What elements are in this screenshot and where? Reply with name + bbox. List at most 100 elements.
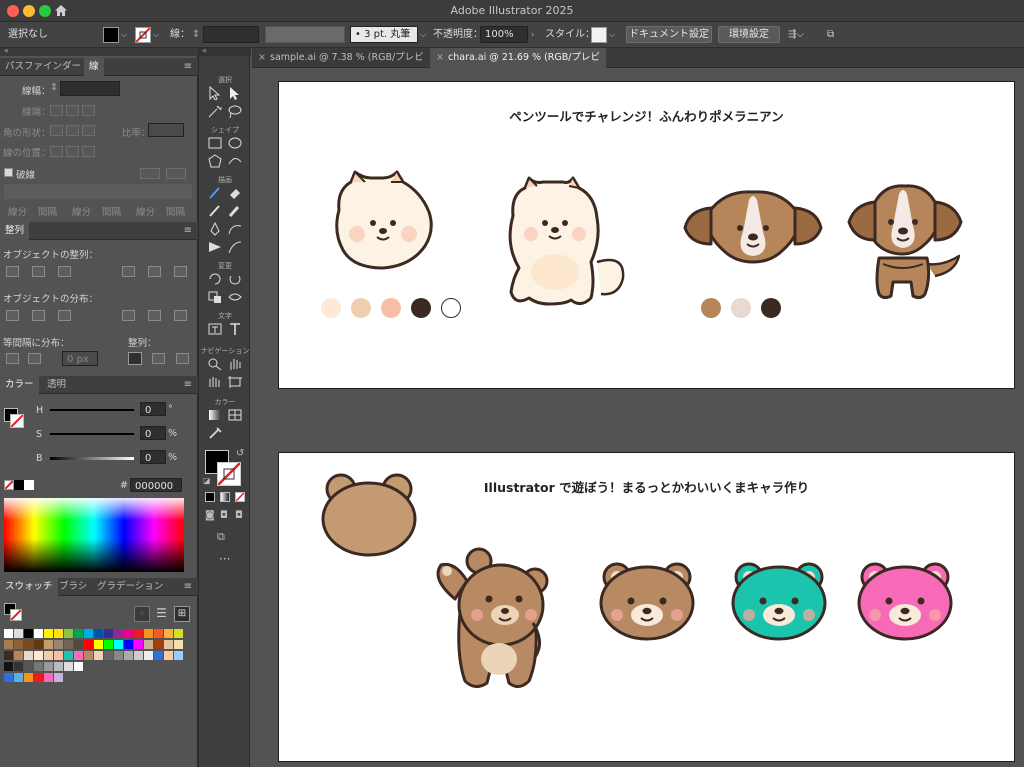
align-to-artboard-icon[interactable]	[176, 353, 189, 364]
color-stroke-swatch[interactable]	[10, 414, 24, 428]
white-swatch[interactable]	[24, 480, 34, 490]
swatch[interactable]	[14, 640, 24, 650]
rotate-tool-icon[interactable]	[207, 272, 223, 286]
align-bottom-icon[interactable]	[174, 266, 187, 277]
stroke-stepper-icon[interactable]: ⇕	[192, 26, 200, 43]
swatch[interactable]	[84, 651, 94, 661]
width-tool-icon[interactable]	[227, 290, 243, 304]
swatch[interactable]	[144, 651, 154, 661]
swatch[interactable]	[114, 640, 124, 650]
limit-input[interactable]	[148, 123, 184, 137]
cap-round-icon[interactable]	[66, 105, 79, 116]
swatch[interactable]	[134, 640, 144, 650]
swatch[interactable]	[154, 640, 164, 650]
swatch[interactable]	[54, 662, 64, 672]
swatch[interactable]	[14, 651, 24, 661]
gradient-tool-icon[interactable]	[207, 408, 223, 422]
stroke-weight-input[interactable]	[60, 81, 120, 96]
panel-menu-icon[interactable]: ≡	[184, 61, 192, 72]
dist-top-icon[interactable]	[6, 310, 19, 321]
tab-color[interactable]: カラー	[0, 376, 39, 394]
swatch[interactable]	[84, 629, 94, 639]
black-swatch[interactable]	[14, 480, 24, 490]
pen-tool-icon[interactable]	[207, 222, 223, 236]
corner-round-icon[interactable]	[66, 125, 79, 136]
align-vcenter-icon[interactable]	[148, 266, 161, 277]
swatch[interactable]	[24, 662, 34, 672]
align-to-selection-icon[interactable]	[128, 352, 142, 365]
arrange-icon[interactable]: ⇶⌵	[788, 26, 804, 43]
swatch[interactable]	[4, 651, 14, 661]
swatch[interactable]	[54, 673, 64, 683]
swatch[interactable]	[114, 629, 124, 639]
eraser-tool-icon[interactable]	[227, 186, 243, 200]
swatch[interactable]	[64, 662, 74, 672]
swatch[interactable]	[34, 651, 44, 661]
swatch[interactable]	[44, 662, 54, 672]
stroke-swatch[interactable]	[135, 27, 151, 43]
opacity-field[interactable]: 100%	[480, 26, 528, 43]
swatch[interactable]	[24, 673, 34, 683]
style-swatch[interactable]	[591, 27, 607, 43]
swatch[interactable]	[104, 651, 114, 661]
doc-tab-sample[interactable]: ×sample.ai @ 7.38 % (RGB/プレビュー)	[252, 48, 428, 83]
b-input[interactable]: 0	[140, 450, 166, 464]
cap-square-icon[interactable]	[82, 105, 95, 116]
panel-menu-icon[interactable]: ≡	[184, 581, 192, 592]
draw-inside-icon[interactable]: ◘	[235, 510, 243, 521]
curvature-tool-icon[interactable]	[227, 222, 243, 236]
corner-bevel-icon[interactable]	[82, 125, 95, 136]
grid-view-icon[interactable]: ⊞	[174, 606, 190, 622]
swatch[interactable]	[24, 651, 34, 661]
none-mode-icon[interactable]	[235, 492, 245, 502]
dist-hcenter-icon[interactable]	[148, 310, 161, 321]
close-tab-icon[interactable]: ×	[258, 48, 266, 68]
swatch[interactable]	[164, 629, 174, 639]
doc-tab-chara[interactable]: ×chara.ai @ 21.69 % (RGB/プレビュー)	[430, 48, 606, 83]
align-hcenter-icon[interactable]	[32, 266, 45, 277]
rectangle-tool-icon[interactable]	[207, 136, 223, 150]
align-right-icon[interactable]	[58, 266, 71, 277]
swatch[interactable]	[94, 651, 104, 661]
document-settings-button[interactable]: ドキュメント設定	[626, 26, 712, 43]
swatch[interactable]	[74, 651, 84, 661]
swatch[interactable]	[164, 651, 174, 661]
space-vertical-icon[interactable]	[6, 353, 19, 364]
gradient-mode-icon[interactable]	[220, 492, 230, 502]
swatch[interactable]	[174, 640, 184, 650]
swatch[interactable]	[14, 629, 24, 639]
h-slider[interactable]	[50, 409, 134, 411]
type-tool-icon[interactable]	[227, 322, 243, 336]
swatch[interactable]	[34, 629, 44, 639]
swatch[interactable]	[144, 629, 154, 639]
swatch-grid[interactable]	[4, 629, 184, 709]
swatch[interactable]	[124, 640, 134, 650]
swatch[interactable]	[4, 662, 14, 672]
tab-pathfinder[interactable]: パスファインダー	[0, 58, 86, 76]
swatch[interactable]	[84, 640, 94, 650]
dash-align-icon[interactable]	[140, 168, 160, 179]
align-center-icon[interactable]	[50, 146, 63, 157]
draw-normal-icon[interactable]: ◙	[205, 510, 215, 521]
line-segment-tool-icon[interactable]	[227, 240, 243, 254]
brush-field[interactable]: • 3 pt. 丸筆	[350, 26, 418, 43]
artboard-tool-icon[interactable]	[227, 375, 243, 389]
swatch[interactable]	[4, 673, 14, 683]
tab-transparency[interactable]: 透明	[42, 376, 71, 394]
swatch[interactable]	[74, 640, 84, 650]
swatch[interactable]	[124, 651, 134, 661]
free-transform-tool-icon[interactable]	[207, 322, 223, 336]
swatch[interactable]	[144, 640, 154, 650]
fill-dropdown-icon[interactable]: ⌵	[121, 26, 127, 43]
swatch[interactable]	[94, 640, 104, 650]
pencil-tool-icon[interactable]	[207, 204, 223, 218]
dist-left-icon[interactable]	[122, 310, 135, 321]
hex-input[interactable]: 000000	[130, 478, 182, 492]
more-tools-icon[interactable]: ···	[219, 552, 230, 566]
dashed-checkbox[interactable]	[4, 168, 13, 177]
stroke-dropdown-icon[interactable]: ⌵	[153, 26, 159, 43]
swatch[interactable]	[54, 629, 64, 639]
swatch[interactable]	[4, 629, 14, 639]
swatch[interactable]	[104, 629, 114, 639]
swatch[interactable]	[74, 662, 84, 672]
